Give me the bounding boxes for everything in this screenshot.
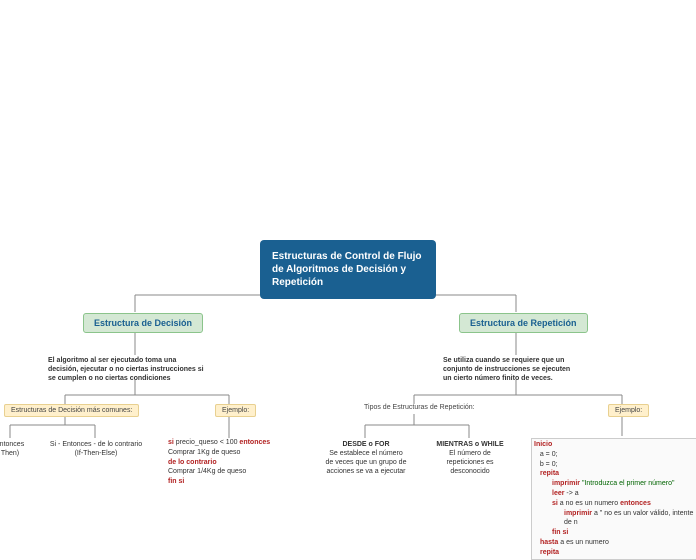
rep-ejemplo-text: Ejemplo: bbox=[615, 407, 642, 414]
code-cond: precio_queso < 100 bbox=[174, 439, 240, 446]
repeticion-ejemplo-label[interactable]: Ejemplo: bbox=[608, 404, 649, 417]
code-la: a = 0; bbox=[534, 450, 696, 460]
desde-l3: acciones se va a ejecutar bbox=[318, 467, 414, 476]
decision-node[interactable]: Estructura de Decisión bbox=[83, 313, 203, 333]
mientras-h: MIENTRAS o WHILE bbox=[436, 441, 503, 448]
repeticion-code: Inicio a = 0; b = 0; repita imprimir "In… bbox=[531, 438, 696, 560]
kw-entonces2: entonces bbox=[620, 500, 651, 507]
code-hasta-rest: a es un numero bbox=[558, 539, 609, 546]
kw-repita1: repita bbox=[540, 470, 559, 477]
mientras-l1: El número de bbox=[428, 449, 512, 458]
tipos-label: Tipos de Estructuras de Repetición: bbox=[364, 404, 475, 411]
kw-inicio: Inicio bbox=[534, 440, 696, 450]
mientras-l2: repeticiones es bbox=[428, 458, 512, 467]
code-act1: Comprar 1Kg de queso bbox=[168, 448, 298, 458]
rep-desc-l1: Se utiliza cuando se requiere que un bbox=[443, 357, 564, 364]
decision-desc-l3: se cumplen o no ciertas condiciones bbox=[48, 375, 171, 382]
desde-leaf: DESDE o FOR Se establece el número de ve… bbox=[318, 440, 414, 476]
if-then-else-l2: (If-Then-Else) bbox=[40, 449, 152, 458]
kw-imprimir2: imprimir bbox=[564, 510, 594, 517]
kw-entonces: entonces bbox=[239, 439, 270, 446]
repeticion-node[interactable]: Estructura de Repetición bbox=[459, 313, 588, 333]
desde-l2: de veces que un grupo de bbox=[318, 458, 414, 467]
repeticion-title: Estructura de Repetición bbox=[470, 318, 577, 328]
code-leer-rest: -> a bbox=[564, 490, 578, 497]
decision-code: si precio_queso < 100 entonces Comprar 1… bbox=[168, 438, 298, 487]
repeticion-desc: Se utiliza cuando se requiere que un con… bbox=[443, 356, 613, 383]
rep-desc-l3: un cierto número finito de veces. bbox=[443, 375, 553, 382]
rep-desc-l2: conjunto de instrucciones se ejecuten bbox=[443, 366, 570, 373]
kw-leer: leer bbox=[552, 490, 564, 497]
decision-ejemplo-text: Ejemplo: bbox=[222, 407, 249, 414]
if-then-else-leaf: Si - Entonces - de lo contrario (If-Then… bbox=[40, 440, 152, 458]
decision-desc: El algoritmo al ser ejecutado toma una d… bbox=[48, 356, 238, 383]
decision-desc-l1: El algoritmo al ser ejecutado toma una bbox=[48, 357, 176, 364]
decision-title: Estructura de Decisión bbox=[94, 318, 192, 328]
kw-imprimir1: imprimir bbox=[552, 480, 582, 487]
kw-hasta: hasta bbox=[540, 539, 558, 546]
code-lb: b = 0; bbox=[534, 460, 696, 470]
decision-desc-l2: decisión, ejecutar o no ciertas instrucc… bbox=[48, 366, 204, 373]
code-str1: "Introduzca el primer número" bbox=[582, 480, 675, 487]
desde-l1: Se establece el número bbox=[318, 449, 414, 458]
code-act2: Comprar 1/4Kg de queso bbox=[168, 467, 298, 477]
code-si-rest: a no es un numero bbox=[558, 500, 620, 507]
root-title: Estructuras de Control de Flujo de Algor… bbox=[272, 251, 421, 288]
tipos-text: Tipos de Estructuras de Repetición: bbox=[364, 404, 475, 411]
decision-ejemplo-label[interactable]: Ejemplo: bbox=[215, 404, 256, 417]
if-then-leaf: ontonces Then) bbox=[0, 440, 40, 458]
if-then-else-l1: Si - Entonces - de lo contrario bbox=[40, 440, 152, 449]
kw-delo: de lo contrario bbox=[168, 458, 298, 468]
kw-repita2: repita bbox=[540, 549, 559, 556]
kw-finsi: fin si bbox=[168, 477, 298, 487]
kw-finsi2: fin si bbox=[552, 529, 568, 536]
if-then-l1: ontonces bbox=[0, 440, 40, 449]
mientras-l3: desconocido bbox=[428, 467, 512, 476]
root-node[interactable]: Estructuras de Control de Flujo de Algor… bbox=[260, 240, 436, 299]
decision-common-text: Estructuras de Decisión más comunes: bbox=[11, 407, 132, 414]
mientras-leaf: MIENTRAS o WHILE El número de repeticion… bbox=[428, 440, 512, 476]
if-then-l2: Then) bbox=[0, 449, 40, 458]
decision-common-label[interactable]: Estructuras de Decisión más comunes: bbox=[4, 404, 139, 417]
desde-h: DESDE o FOR bbox=[342, 441, 389, 448]
